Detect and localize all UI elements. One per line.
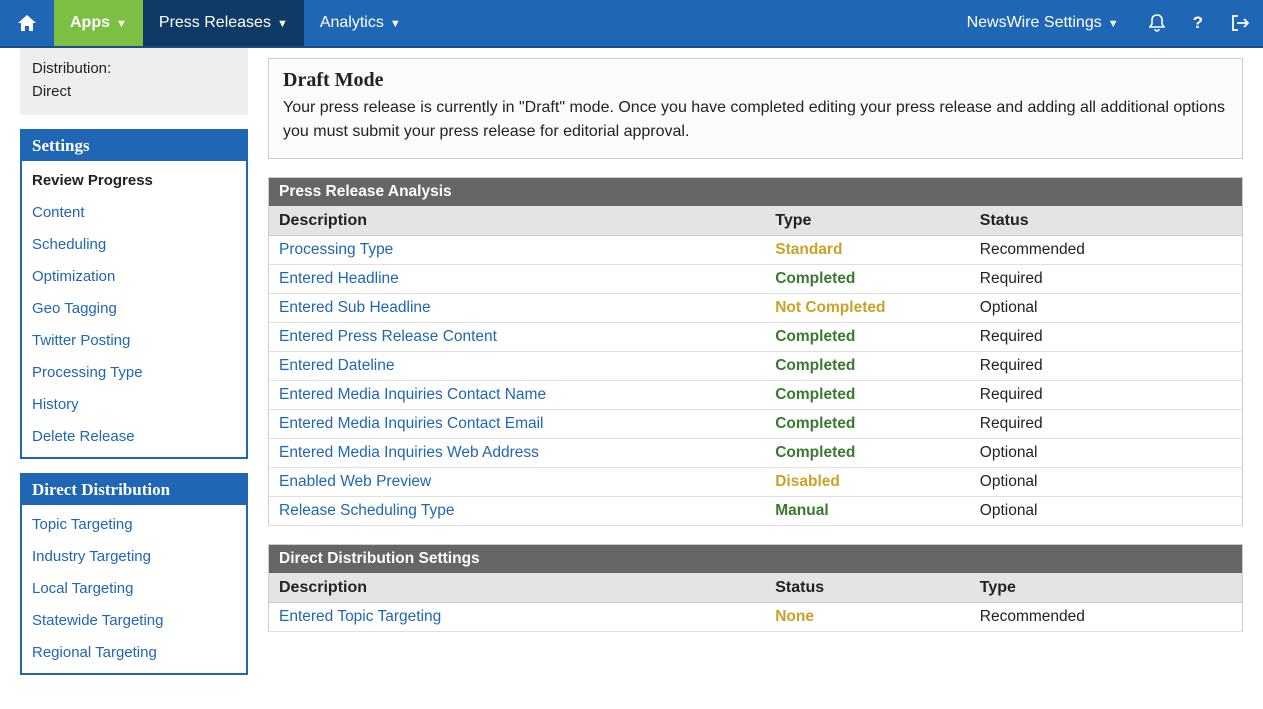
analysis-desc-link[interactable]: Entered Media Inquiries Web Address [279, 444, 539, 461]
sidebar-item-topic-targeting[interactable]: Topic Targeting [22, 509, 246, 541]
sidebar-item-local-targeting[interactable]: Local Targeting [22, 573, 246, 605]
analysis-type-value: Disabled [775, 473, 840, 490]
table-row: Release Scheduling Type Manual Optional [269, 497, 1243, 526]
table-row: Entered Sub Headline Not Completed Optiona… [269, 294, 1243, 323]
table-row: Entered Press Release Content Completed Re… [269, 323, 1243, 352]
analysis-title: Press Release Analysis [269, 178, 1243, 207]
analysis-header-status: Status [970, 207, 1243, 236]
analysis-status-value: Optional [970, 439, 1243, 468]
analysis-desc-link[interactable]: Enabled Web Preview [279, 473, 431, 490]
sidebar-item-history[interactable]: History [22, 389, 246, 421]
sidebar: Distribution: Direct Settings Review Pro… [0, 48, 248, 709]
analysis-desc-link[interactable]: Release Scheduling Type [279, 502, 455, 519]
analysis-type-value: Completed [775, 444, 855, 461]
logout-button[interactable] [1217, 0, 1263, 46]
analysis-desc-link[interactable]: Entered Media Inquiries Contact Name [279, 386, 546, 403]
direct-type-value: Recommended [970, 603, 1243, 632]
sidebar-item-geo-tagging[interactable]: Geo Tagging [22, 293, 246, 325]
main-content: Draft Mode Your press release is current… [248, 48, 1263, 652]
direct-distribution-panel: Direct Distribution Topic TargetingIndus… [20, 473, 248, 675]
table-row: Entered Headline Completed Required [269, 265, 1243, 294]
sidebar-item-delete-release[interactable]: Delete Release [22, 421, 246, 453]
analysis-status-value: Optional [970, 294, 1243, 323]
direct-status-value: None [775, 608, 814, 625]
analysis-type-value: Completed [775, 357, 855, 374]
sidebar-item-optimization[interactable]: Optimization [22, 261, 246, 293]
analysis-status-value: Required [970, 323, 1243, 352]
direct-panel-title: Direct Distribution [22, 475, 246, 505]
sidebar-item-review-progress[interactable]: Review Progress [22, 165, 246, 197]
distribution-info: Distribution: Direct [20, 48, 248, 115]
analysis-status-value: Optional [970, 468, 1243, 497]
direct-dist-table: Direct Distribution Settings Description… [268, 544, 1243, 632]
direct-header-status: Status [765, 574, 970, 603]
help-button[interactable]: ? [1179, 0, 1217, 46]
analysis-type-value: Not Completed [775, 299, 885, 316]
analysis-desc-link[interactable]: Entered Media Inquiries Contact Email [279, 415, 544, 432]
nav-press-releases[interactable]: Press Releases▼ [143, 0, 304, 46]
signout-icon [1231, 15, 1249, 31]
analysis-type-value: Completed [775, 328, 855, 345]
analysis-type-value: Completed [775, 270, 855, 287]
draft-mode-title: Draft Mode [269, 59, 1242, 96]
nav-newswire-settings[interactable]: NewsWire Settings▼ [951, 0, 1135, 46]
distribution-value: Direct [32, 81, 236, 104]
sidebar-item-content[interactable]: Content [22, 197, 246, 229]
analysis-type-value: Standard [775, 241, 842, 258]
sidebar-item-industry-targeting[interactable]: Industry Targeting [22, 541, 246, 573]
sidebar-item-regional-targeting[interactable]: Regional Targeting [22, 637, 246, 669]
analysis-desc-link[interactable]: Entered Headline [279, 270, 399, 287]
table-row: Entered Media Inquiries Web Address Compl… [269, 439, 1243, 468]
sidebar-item-statewide-targeting[interactable]: Statewide Targeting [22, 605, 246, 637]
sidebar-item-twitter-posting[interactable]: Twitter Posting [22, 325, 246, 357]
analysis-desc-link[interactable]: Processing Type [279, 241, 393, 258]
sidebar-item-scheduling[interactable]: Scheduling [22, 229, 246, 261]
chevron-down-icon: ▼ [390, 18, 401, 30]
bell-icon [1149, 14, 1165, 32]
notifications-button[interactable] [1135, 0, 1179, 46]
question-icon: ? [1193, 13, 1203, 33]
table-row: Enabled Web Preview Disabled Optional [269, 468, 1243, 497]
analysis-desc-link[interactable]: Entered Dateline [279, 357, 394, 374]
analysis-status-value: Required [970, 352, 1243, 381]
nav-apps[interactable]: Apps▼ [54, 0, 143, 46]
table-row: Processing Type Standard Recommended [269, 236, 1243, 265]
top-navbar: Apps▼ Press Releases▼ Analytics▼ NewsWir… [0, 0, 1263, 48]
analysis-desc-link[interactable]: Entered Press Release Content [279, 328, 497, 345]
analysis-status-value: Recommended [970, 236, 1243, 265]
analysis-table: Press Release Analysis Description Type … [268, 177, 1243, 526]
table-row: Entered Topic Targeting None Recommended [269, 603, 1243, 632]
direct-header-type: Type [970, 574, 1243, 603]
nav-home[interactable] [0, 0, 54, 46]
chevron-down-icon: ▼ [277, 18, 288, 30]
analysis-status-value: Required [970, 410, 1243, 439]
analysis-type-value: Manual [775, 502, 828, 519]
chevron-down-icon: ▼ [1108, 18, 1119, 30]
analysis-desc-link[interactable]: Entered Sub Headline [279, 299, 431, 316]
draft-mode-text: Your press release is currently in "Draf… [269, 96, 1242, 158]
settings-panel: Settings Review ProgressContentSchedulin… [20, 129, 248, 459]
table-row: Entered Media Inquiries Contact Name Comp… [269, 381, 1243, 410]
analysis-header-type: Type [765, 207, 970, 236]
direct-desc-link[interactable]: Entered Topic Targeting [279, 608, 441, 625]
analysis-status-value: Required [970, 381, 1243, 410]
table-row: Entered Media Inquiries Contact Email Com… [269, 410, 1243, 439]
analysis-type-value: Completed [775, 415, 855, 432]
analysis-status-value: Optional [970, 497, 1243, 526]
direct-header-desc: Description [269, 574, 766, 603]
distribution-label: Distribution: [32, 58, 236, 81]
analysis-type-value: Completed [775, 386, 855, 403]
settings-panel-title: Settings [22, 131, 246, 161]
sidebar-item-processing-type[interactable]: Processing Type [22, 357, 246, 389]
home-icon [18, 15, 36, 31]
analysis-status-value: Required [970, 265, 1243, 294]
draft-mode-box: Draft Mode Your press release is current… [268, 58, 1243, 159]
analysis-header-desc: Description [269, 207, 766, 236]
nav-analytics[interactable]: Analytics▼ [304, 0, 417, 46]
direct-dist-title: Direct Distribution Settings [269, 545, 1243, 574]
chevron-down-icon: ▼ [116, 18, 127, 30]
table-row: Entered Dateline Completed Required [269, 352, 1243, 381]
